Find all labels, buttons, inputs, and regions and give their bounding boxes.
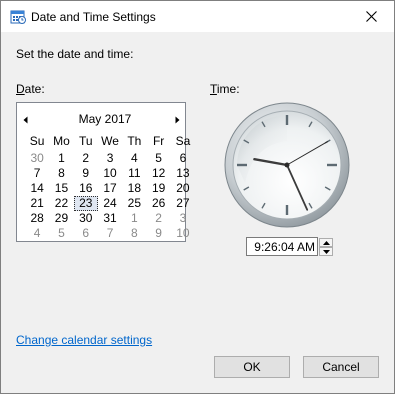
time-label-accelerator: T — [210, 82, 217, 96]
calendar-clock-icon — [10, 9, 26, 25]
change-calendar-settings-link[interactable]: Change calendar settings — [16, 333, 152, 347]
calendar-day[interactable]: 17 — [98, 181, 122, 196]
weekday-label: We — [101, 134, 119, 148]
date-time-dialog: Date and Time Settings Set the date and … — [0, 0, 395, 394]
calendar-week-row: 14 15 16 17 18 19 20 — [25, 181, 195, 196]
calendar-day[interactable]: 13 — [171, 166, 195, 181]
calendar-day[interactable]: 24 — [98, 196, 122, 211]
calendar-day[interactable]: 15 — [49, 181, 73, 196]
analog-clock — [224, 102, 350, 228]
close-button[interactable] — [349, 1, 394, 32]
calendar-week-row: 4 5 6 7 8 9 10 — [25, 226, 195, 241]
calendar-day[interactable]: 20 — [171, 181, 195, 196]
calendar-week-row: 7 8 9 10 11 12 13 — [25, 166, 195, 181]
calendar-day[interactable]: 2 — [74, 151, 98, 166]
spin-up-icon — [322, 240, 330, 245]
time-input[interactable]: 9:26:04 AM — [246, 237, 318, 256]
calendar-day[interactable]: 19 — [146, 181, 170, 196]
calendar-week-row: 30 1 2 3 4 5 6 — [25, 151, 195, 166]
calendar-day[interactable]: 6 — [171, 151, 195, 166]
spin-down-icon — [322, 249, 330, 254]
calendar-day[interactable]: 6 — [74, 226, 98, 241]
calendar-day[interactable]: 7 — [25, 166, 49, 181]
calendar-day[interactable]: 29 — [49, 211, 73, 226]
calendar-day[interactable]: 30 — [74, 211, 98, 226]
calendar-day[interactable]: 7 — [98, 226, 122, 241]
time-label-rest: ime: — [216, 82, 240, 96]
calendar-day[interactable]: 26 — [146, 196, 170, 211]
calendar-day[interactable]: 27 — [171, 196, 195, 211]
calendar-day[interactable]: 21 — [25, 196, 49, 211]
calendar-day[interactable]: 18 — [122, 181, 146, 196]
clock-center-pin — [284, 162, 290, 168]
calendar-week-row: 21 22 23 24 25 26 27 — [25, 196, 195, 211]
calendar-day[interactable]: 5 — [49, 226, 73, 241]
calendar-day[interactable]: 1 — [49, 151, 73, 166]
time-label: Time: — [210, 82, 240, 96]
date-label-rest: ate: — [24, 82, 45, 96]
month-year-header[interactable]: May 2017 — [17, 112, 193, 126]
calendar-day[interactable]: 5 — [146, 151, 170, 166]
time-increment-button[interactable] — [319, 238, 333, 247]
calendar-day[interactable]: 8 — [122, 226, 146, 241]
weekday-label: Th — [127, 134, 142, 148]
calendar-day[interactable]: 2 — [146, 211, 170, 226]
calendar-day[interactable]: 28 — [25, 211, 49, 226]
weekday-label: Fr — [152, 134, 165, 148]
calendar-day[interactable]: 1 — [122, 211, 146, 226]
calendar-day[interactable]: 30 — [25, 151, 49, 166]
calendar-day[interactable]: 9 — [74, 166, 98, 181]
calendar-day[interactable]: 3 — [98, 151, 122, 166]
date-label: Date: — [16, 82, 45, 96]
calendar-day[interactable]: 9 — [146, 226, 170, 241]
chevron-right-icon — [175, 116, 180, 124]
calendar-day[interactable]: 12 — [146, 166, 170, 181]
calendar-day[interactable]: 3 — [171, 211, 195, 226]
cancel-button[interactable]: Cancel — [303, 356, 379, 378]
month-calendar[interactable]: May 2017 Su Mo Tu We Th Fr Sa 30 1 2 3 4… — [16, 102, 190, 242]
calendar-day-selected[interactable]: 23 — [73, 196, 98, 211]
calendar-day[interactable]: 10 — [171, 226, 195, 241]
next-month-button[interactable] — [172, 114, 182, 124]
calendar-day[interactable]: 11 — [122, 166, 146, 181]
calendar-day[interactable]: 4 — [25, 226, 49, 241]
calendar-day[interactable]: 4 — [122, 151, 146, 166]
date-label-accelerator: D — [16, 82, 25, 96]
weekday-label: Mo — [53, 134, 70, 148]
calendar-day[interactable]: 16 — [74, 181, 98, 196]
title-bar: Date and Time Settings — [1, 1, 394, 32]
calendar-week-row: 28 29 30 31 1 2 3 — [25, 211, 195, 226]
weekday-label: Su — [29, 134, 45, 148]
weekday-header-row: Su Mo Tu We Th Fr Sa — [25, 134, 195, 149]
close-icon — [366, 11, 377, 22]
calendar-day[interactable]: 10 — [98, 166, 122, 181]
weekday-label: Tu — [78, 134, 93, 148]
window-title: Date and Time Settings — [31, 10, 156, 24]
calendar-day[interactable]: 22 — [49, 196, 73, 211]
calendar-day[interactable]: 8 — [49, 166, 73, 181]
calendar-day[interactable]: 25 — [122, 196, 146, 211]
calendar-day[interactable]: 14 — [25, 181, 49, 196]
ok-button[interactable]: OK — [214, 356, 290, 378]
time-decrement-button[interactable] — [319, 247, 333, 256]
time-spinner[interactable] — [319, 238, 333, 256]
calendar-day[interactable]: 31 — [98, 211, 122, 226]
weekday-label: Sa — [175, 134, 191, 148]
instruction-text: Set the date and time: — [16, 47, 134, 61]
